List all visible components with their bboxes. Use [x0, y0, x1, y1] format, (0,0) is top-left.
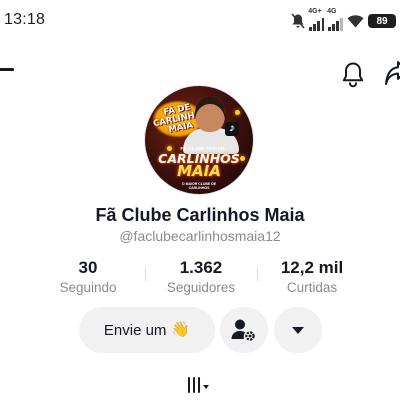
avatar-logo-footer: O MAIOR CLUBE DE CARLINHOS — [181, 182, 217, 190]
avatar[interactable]: FÃ DE CARLINHOS MAIA ♪ FÃ CLUBE OFICIAL … — [145, 86, 253, 194]
status-bar: 13:18 4G+ 4G 89 — [0, 0, 400, 40]
battery-icon: 89 — [368, 14, 396, 28]
profile-username: @faclubecarlinhosmaia12 — [119, 228, 281, 244]
stat-likes-label: Curtidas — [286, 280, 338, 295]
stat-followers-value: 1.362 — [179, 258, 223, 277]
more-options-button[interactable] — [274, 307, 322, 353]
waving-hand-icon: 👋 — [171, 321, 191, 338]
avatar-logo-name-line-2: MAIA — [177, 162, 221, 180]
mute-icon — [291, 13, 305, 29]
status-time: 13:18 — [4, 11, 46, 28]
wifi-icon — [347, 15, 364, 28]
stat-likes-value: 12,2 mil — [280, 258, 344, 277]
send-message-button[interactable]: Envie um 👋 — [79, 307, 215, 353]
avatar-person-head — [195, 96, 225, 132]
status-icons: 4G+ 4G 89 — [291, 8, 396, 32]
sparkle-icon — [235, 110, 240, 115]
network-type-2: 4G — [327, 8, 337, 15]
back-arrow-icon[interactable] — [0, 68, 14, 71]
share-icon[interactable] — [382, 60, 400, 88]
tab-caret-down-icon — [203, 385, 209, 389]
stat-followers-label: Seguidores — [166, 280, 236, 295]
cell-signal-icon-2: 4G — [327, 8, 343, 31]
avatar-logo-name: CARLINHOS MAIA — [153, 152, 245, 180]
profile-display-name: Fã Clube Carlinhos Maia — [95, 205, 305, 225]
stat-following-value: 30 — [78, 258, 98, 277]
cell-signal-icon-1: 4G+ — [308, 8, 325, 31]
tiktok-logo-icon: ♪ — [225, 122, 239, 136]
stat-followers[interactable]: 1.362 Seguidores — [146, 258, 256, 296]
tab-videos[interactable] — [188, 374, 222, 396]
grid-icon — [188, 377, 200, 393]
stat-following[interactable]: 30 Seguindo — [33, 258, 143, 296]
person-gear-icon — [231, 319, 255, 341]
caret-down-icon — [292, 326, 304, 334]
bell-icon[interactable] — [340, 60, 366, 88]
follow-options-button[interactable] — [220, 307, 268, 353]
send-message-label: Envie um — [103, 321, 167, 339]
stat-following-label: Seguindo — [59, 280, 117, 295]
network-type-1: 4G+ — [308, 8, 322, 15]
stat-likes[interactable]: 12,2 mil Curtidas — [257, 258, 367, 296]
